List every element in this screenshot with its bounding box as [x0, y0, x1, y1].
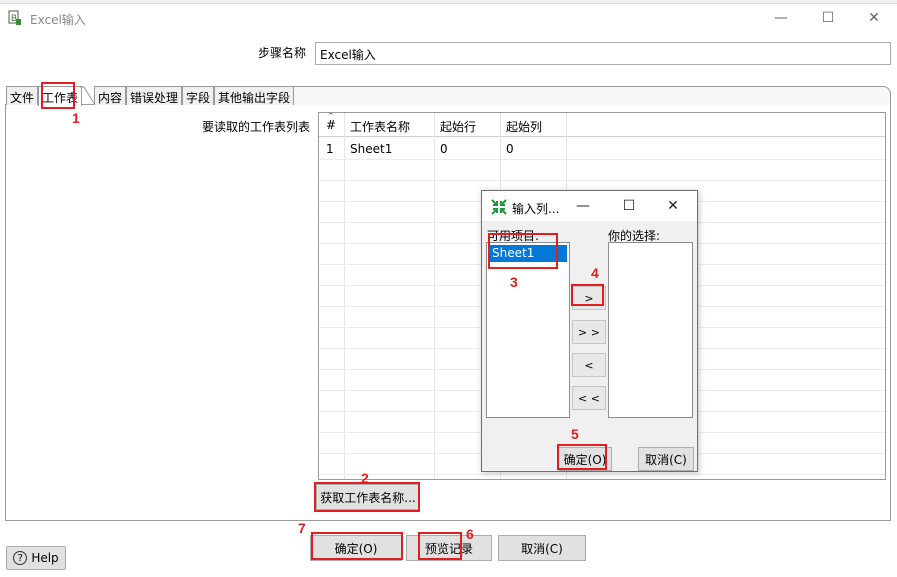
- tab-fields[interactable]: 字段: [182, 86, 214, 105]
- row-1-start-col[interactable]: 0: [506, 142, 514, 156]
- remove-one-button[interactable]: <: [572, 353, 606, 377]
- column-header-start-col[interactable]: 起始列: [506, 118, 542, 135]
- annotation-box-preview: [418, 532, 462, 560]
- close-button[interactable]: ✕: [851, 6, 897, 30]
- help-label: Help: [31, 551, 59, 565]
- tab-strip-fill: [294, 86, 891, 105]
- tab-file[interactable]: 文件: [6, 86, 38, 105]
- selected-items-list[interactable]: [608, 242, 693, 418]
- remove-all-button[interactable]: < <: [572, 386, 606, 410]
- step-name-label: 步骤名称: [258, 46, 307, 60]
- sheet-list-label: 要读取的工作表列表: [202, 120, 311, 134]
- dialog-cancel-button[interactable]: 取消(C): [638, 447, 694, 471]
- row-1-start-row[interactable]: 0: [440, 142, 448, 156]
- tab-slant: [80, 86, 96, 106]
- annotation-number-5: 5: [571, 426, 579, 442]
- annotation-box-dialog-ok: [557, 444, 607, 470]
- dialog-maximize-button[interactable]: ☐: [617, 196, 641, 216]
- annotation-box-get-sheets: [314, 482, 420, 512]
- add-all-button[interactable]: > >: [572, 320, 606, 344]
- annotation-number-6: 6: [466, 526, 474, 542]
- dialog-arrows-icon: [491, 199, 507, 215]
- tab-other-output-fields[interactable]: 其他输出字段: [214, 86, 294, 105]
- column-header-start-row[interactable]: 起始行: [440, 118, 476, 135]
- annotation-box-sheet1: [488, 233, 558, 269]
- sheet-table-header: ⌃ # 工作表名称 起始行 起始列: [319, 113, 885, 137]
- annotation-number-2: 2: [361, 470, 369, 486]
- help-icon: ?: [13, 551, 28, 565]
- column-header-sheet-name[interactable]: 工作表名称: [350, 118, 410, 135]
- tab-content[interactable]: 内容: [94, 86, 126, 105]
- window-title: Excel输入: [30, 13, 86, 27]
- minimize-button[interactable]: —: [758, 6, 804, 30]
- annotation-box-add-one: [571, 284, 604, 306]
- help-button[interactable]: ? Help: [6, 546, 66, 570]
- tab-error-handling[interactable]: 错误处理: [126, 86, 182, 105]
- annotation-number-1: 1: [72, 110, 80, 126]
- annotation-number-7: 7: [298, 520, 306, 536]
- column-header-num[interactable]: #: [326, 118, 336, 132]
- dialog-minimize-button[interactable]: —: [571, 196, 595, 216]
- spoon-app-icon: B: [8, 10, 21, 25]
- row-1-num: 1: [326, 142, 334, 156]
- annotation-box-ok: [311, 532, 403, 560]
- maximize-button[interactable]: ☐: [805, 6, 851, 30]
- annotation-box-worksheet-tab: [41, 82, 75, 109]
- dialog-title: 输入列...: [512, 202, 560, 216]
- row-1-sheet-name[interactable]: Sheet1: [350, 142, 392, 156]
- dialog-close-button[interactable]: ✕: [661, 196, 685, 216]
- cancel-button[interactable]: 取消(C): [498, 535, 586, 561]
- step-name-input[interactable]: Excel输入: [315, 42, 891, 65]
- annotation-number-3: 3: [510, 274, 518, 290]
- annotation-number-4: 4: [591, 265, 599, 281]
